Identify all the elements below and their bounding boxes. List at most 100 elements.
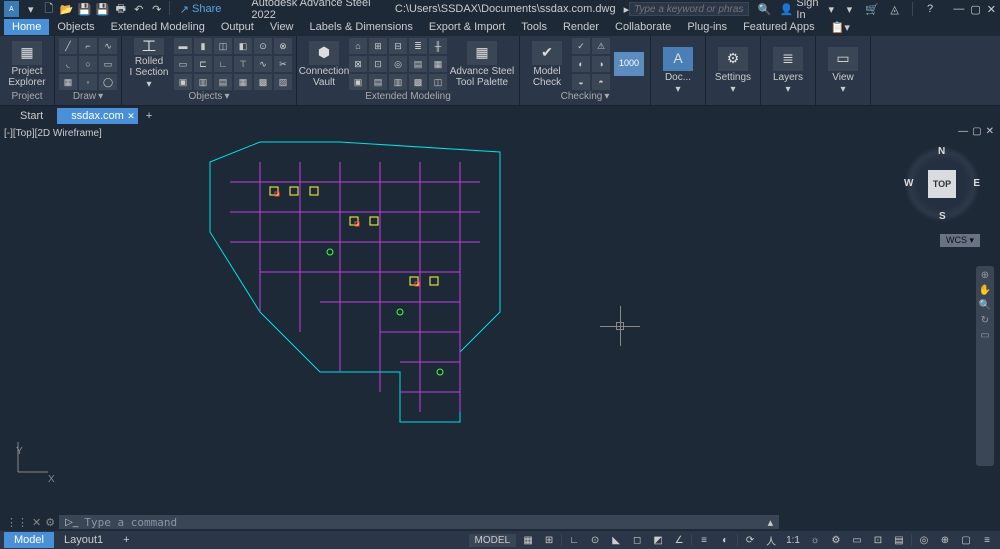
grp4-icon[interactable]: ▦ [234, 74, 252, 90]
ellipse-icon[interactable]: ◯ [99, 74, 117, 90]
vp-minimize-icon[interactable]: — [958, 126, 968, 137]
cage-icon[interactable]: ▦ [429, 56, 447, 72]
misc-draw-icon[interactable]: ◦ [79, 74, 97, 90]
otrack-icon[interactable]: ∠ [670, 533, 688, 547]
chk6-icon[interactable]: ◓ [592, 74, 610, 90]
line-icon[interactable]: ╱ [59, 38, 77, 54]
polar-icon[interactable]: ⊙ [586, 533, 604, 547]
chk3-icon[interactable]: ◐ [572, 56, 590, 72]
tee-icon[interactable]: ⊤ [234, 56, 252, 72]
units-icon[interactable]: ⊡ [869, 533, 887, 547]
project-explorer-button[interactable]: ▦ Project Explorer [4, 38, 50, 90]
monitor-icon[interactable]: ▭ [848, 533, 866, 547]
cmd-handle-icon[interactable]: ⋮⋮ [6, 516, 28, 529]
viewcube-w[interactable]: W [904, 178, 913, 189]
search-input[interactable] [629, 2, 749, 16]
cleanscreen-icon[interactable]: ▢ [957, 533, 975, 547]
polyline-icon[interactable]: ⌐ [79, 38, 97, 54]
navigation-bar[interactable]: ⊕ ✋ 🔍 ↻ ▭ [976, 266, 994, 466]
close-icon[interactable]: ✕ [987, 3, 996, 16]
view-button[interactable]: ▭ View ▾ [820, 45, 866, 97]
start-tab[interactable]: Start [6, 108, 57, 124]
cut-icon[interactable]: ✂ [274, 56, 292, 72]
ladder-icon[interactable]: ▤ [409, 56, 427, 72]
cart-icon[interactable]: 🛒 [865, 1, 880, 17]
tab-featured[interactable]: Featured Apps [735, 19, 823, 35]
annotation-icon[interactable]: 人 [762, 533, 780, 547]
share-button[interactable]: ↗ Share [180, 1, 222, 17]
ext8-icon[interactable]: ▤ [369, 74, 387, 90]
minimize-icon[interactable]: — [953, 3, 964, 16]
viewcube[interactable]: TOP N S E W [904, 146, 980, 222]
nav-orbit-icon[interactable]: ↻ [981, 315, 989, 326]
tab-home[interactable]: Home [4, 19, 49, 35]
ext6-icon[interactable]: ◎ [389, 56, 407, 72]
cycling-icon[interactable]: ⟳ [741, 533, 759, 547]
tab-labels[interactable]: Labels & Dimensions [302, 19, 421, 35]
save-icon[interactable]: 💾 [77, 1, 93, 17]
help-icon[interactable]: ? [923, 1, 938, 17]
app-logo-icon[interactable]: A [4, 1, 19, 17]
chk5-icon[interactable]: ◒ [572, 74, 590, 90]
num-button[interactable]: 1000 [612, 38, 646, 90]
panel-title-checking[interactable]: Checking ▾ [524, 90, 646, 103]
nav-zoom-icon[interactable]: 🔍 [979, 300, 991, 311]
wcs-badge[interactable]: WCS ▾ [940, 234, 980, 247]
plot-icon[interactable]: 🖶 [113, 1, 129, 17]
angle-icon[interactable]: ∟ [214, 56, 232, 72]
grid-icon[interactable]: ▦ [59, 74, 77, 90]
ext5-icon[interactable]: ⊡ [369, 56, 387, 72]
layout-tab[interactable]: Layout1 [54, 532, 113, 548]
nav-wheel-icon[interactable]: ⊕ [981, 270, 989, 281]
rect-icon[interactable]: ▭ [99, 56, 117, 72]
ucs-icon[interactable]: Y X [10, 434, 56, 483]
anno-vis-icon[interactable]: ☼ [806, 533, 824, 547]
viewcube-e[interactable]: E [973, 178, 980, 189]
ext2-icon[interactable]: ⊞ [369, 38, 387, 54]
misc-icon[interactable]: ◫ [429, 74, 447, 90]
command-input[interactable]: ▷_ Type a command ▴ [59, 515, 779, 529]
lineweight-icon[interactable]: ≡ [695, 533, 713, 547]
tab-output[interactable]: Output [213, 19, 262, 35]
spline-icon[interactable]: ∿ [99, 38, 117, 54]
connection-vault-button[interactable]: ⬢ Connection Vault [301, 38, 347, 90]
ext7-icon[interactable]: ▣ [349, 74, 367, 90]
beam-icon[interactable]: ▬ [174, 38, 192, 54]
cmd-close-icon[interactable]: ✕ [32, 516, 41, 529]
transparency-icon[interactable]: ◐ [716, 533, 734, 547]
column-icon[interactable]: ▮ [194, 38, 212, 54]
quickprops-icon[interactable]: ▤ [890, 533, 908, 547]
panel-title-draw[interactable]: Draw ▾ [59, 90, 117, 103]
plate2-icon[interactable]: ◧ [234, 38, 252, 54]
hardware-icon[interactable]: ⊕ [936, 533, 954, 547]
maximize-icon[interactable]: ▢ [970, 3, 980, 16]
vp-maximize-icon[interactable]: ▢ [972, 126, 981, 137]
viewport-label[interactable]: [-][Top][2D Wireframe] [4, 128, 102, 139]
qat-menu-icon[interactable]: ▾ [23, 1, 39, 17]
ext4-icon[interactable]: ⊠ [349, 56, 367, 72]
close-tab-icon[interactable]: ✕ [127, 111, 135, 122]
new-tab-icon[interactable]: + [138, 110, 160, 122]
plate1-icon[interactable]: ◫ [214, 38, 232, 54]
beam2-icon[interactable]: ▭ [174, 56, 192, 72]
tool-palette-button[interactable]: ▦ Advance Steel Tool Palette [449, 38, 515, 90]
file-tab[interactable]: ssdax.com ✕ [57, 108, 138, 124]
grp5-icon[interactable]: ▩ [254, 74, 272, 90]
model-check-button[interactable]: ✔ Model Check [524, 38, 570, 90]
nav-pan-icon[interactable]: ✋ [979, 285, 991, 296]
open-icon[interactable]: 📂 [59, 1, 75, 17]
tab-plugins[interactable]: Plug-ins [679, 19, 735, 35]
arc-icon[interactable]: ◟ [59, 56, 77, 72]
grid-toggle-icon[interactable]: ▦ [519, 533, 537, 547]
tab-collaborate[interactable]: Collaborate [607, 19, 679, 35]
tab-expand-icon[interactable]: 📋▾ [823, 19, 858, 36]
grp3-icon[interactable]: ▤ [214, 74, 232, 90]
chk4-icon[interactable]: ◑ [592, 56, 610, 72]
ext3-icon[interactable]: ⊟ [389, 38, 407, 54]
anno-scale[interactable]: 1:1 [783, 535, 803, 546]
rail-icon[interactable]: ╫ [429, 38, 447, 54]
grp6-icon[interactable]: ▨ [274, 74, 292, 90]
customize-icon[interactable]: ≡ [978, 533, 996, 547]
workspace-icon[interactable]: ⚙ [827, 533, 845, 547]
viewport[interactable]: [-][Top][2D Wireframe] — ▢ ✕ [0, 126, 1000, 513]
